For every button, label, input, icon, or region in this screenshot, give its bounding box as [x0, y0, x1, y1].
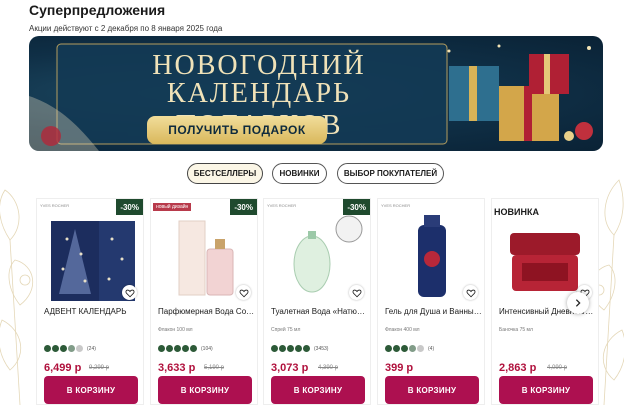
product-card[interactable]: YVES ROCHER Гель для Душа и Ванны «Грана… [377, 198, 485, 405]
product-name[interactable]: Парфюмерная Вода Comme Une Evidence [158, 307, 256, 317]
rating: (104) [158, 345, 213, 352]
product-name[interactable]: Туалетная Вода «Натюрэль», 75 мл [271, 307, 369, 317]
star-icon [182, 345, 189, 352]
product-name[interactable]: Гель для Душа и Ванны «Гранат и… [385, 307, 483, 317]
promo-dates: Акции действуют с 2 декабря по 8 января … [29, 24, 223, 33]
product-card[interactable]: YVES ROCHER -30% Туалетная Вода «Натюрэл… [263, 198, 371, 405]
star-icon [190, 345, 197, 352]
old-price: 9,299 р [89, 365, 110, 371]
heart-icon[interactable] [463, 285, 478, 300]
product-card[interactable]: новый дизайн -30% Парфюмерная Вода Comme… [150, 198, 258, 405]
star-icon [303, 345, 310, 352]
page-title: Суперпредложения [29, 2, 166, 18]
rating-stars [271, 345, 310, 352]
brand-label: YVES ROCHER [381, 203, 411, 208]
star-icon [76, 345, 83, 352]
star-icon [417, 345, 424, 352]
heart-icon[interactable] [236, 285, 251, 300]
tab-new[interactable]: НОВИНКИ [272, 163, 327, 184]
product-volume: Спрей 75 мл [271, 327, 301, 333]
tab-customer-choice[interactable]: ВЫБОР ПОКУПАТЕЛЕЙ [337, 163, 444, 184]
old-price: 5,190 р [204, 365, 225, 371]
brand-label: YVES ROCHER [40, 203, 70, 208]
star-icon [393, 345, 400, 352]
star-icon [295, 345, 302, 352]
old-price: 4,090 р [547, 365, 568, 371]
star-icon [409, 345, 416, 352]
product-volume: Флакон 100 мл [158, 327, 193, 333]
chevron-right-icon [575, 299, 581, 307]
add-to-cart-button[interactable]: В КОРЗИНУ [158, 376, 252, 404]
rating-stars [158, 345, 197, 352]
new-design-badge: новый дизайн [153, 203, 192, 211]
product-tabs: БЕСТСЕЛЛЕРЫ НОВИНКИ ВЫБОР ПОКУПАТЕЛЕЙ [0, 163, 624, 185]
new-badge: НОВИНКА [494, 207, 539, 217]
price: 3,073 р [271, 362, 309, 374]
get-gift-button[interactable]: ПОЛУЧИТЬ ПОДАРОК [147, 116, 327, 144]
rating: (24) [44, 345, 96, 352]
add-to-cart-button[interactable]: В КОРЗИНУ [499, 376, 593, 404]
rating-stars [44, 345, 83, 352]
discount-badge: -30% [230, 199, 257, 215]
heart-icon[interactable] [122, 285, 137, 300]
star-icon [158, 345, 165, 352]
star-icon [44, 345, 51, 352]
product-card[interactable]: YVES ROCHER -30% АДВЕНТ КАЛЕНДАРЬ (24) 6… [36, 198, 144, 405]
product-volume: Флакон 400 мл [385, 327, 420, 333]
star-icon [401, 345, 408, 352]
carousel-next-button[interactable] [567, 292, 589, 314]
add-to-cart-button[interactable]: В КОРЗИНУ [385, 376, 479, 404]
star-icon [279, 345, 286, 352]
tab-bestsellers[interactable]: БЕСТСЕЛЛЕРЫ [187, 163, 263, 184]
star-icon [271, 345, 278, 352]
star-icon [174, 345, 181, 352]
add-to-cart-button[interactable]: В КОРЗИНУ [44, 376, 138, 404]
star-icon [60, 345, 67, 352]
discount-badge: -30% [116, 199, 143, 215]
star-icon [68, 345, 75, 352]
review-count: (24) [87, 345, 96, 352]
discount-badge: -30% [343, 199, 370, 215]
add-to-cart-button[interactable]: В КОРЗИНУ [271, 376, 365, 404]
star-icon [166, 345, 173, 352]
brand-label: YVES ROCHER [267, 203, 297, 208]
star-icon [52, 345, 59, 352]
review-count: (3453) [314, 345, 329, 352]
price: 399 р [385, 362, 414, 374]
promo-banner[interactable]: НОВОГОДНИЙ КАЛЕНДАРЬ ПОДАРКОВ ПОЛУЧИТЬ П… [29, 36, 603, 151]
rating: (4) [385, 345, 434, 352]
heart-icon[interactable] [349, 285, 364, 300]
star-icon [385, 345, 392, 352]
review-count: (104) [201, 345, 213, 352]
review-count: (4) [428, 345, 435, 352]
page: Суперпредложения Акции действуют с 2 дек… [0, 0, 624, 405]
product-volume: Баночка 75 мл [499, 327, 533, 333]
star-icon [287, 345, 294, 352]
price: 6,499 р [44, 362, 82, 374]
price: 3,633 р [158, 362, 196, 374]
rating: (3453) [271, 345, 328, 352]
price: 2,863 р [499, 362, 537, 374]
product-name[interactable]: АДВЕНТ КАЛЕНДАРЬ [44, 307, 142, 317]
old-price: 4,390 р [318, 365, 339, 371]
rating-stars [385, 345, 424, 352]
